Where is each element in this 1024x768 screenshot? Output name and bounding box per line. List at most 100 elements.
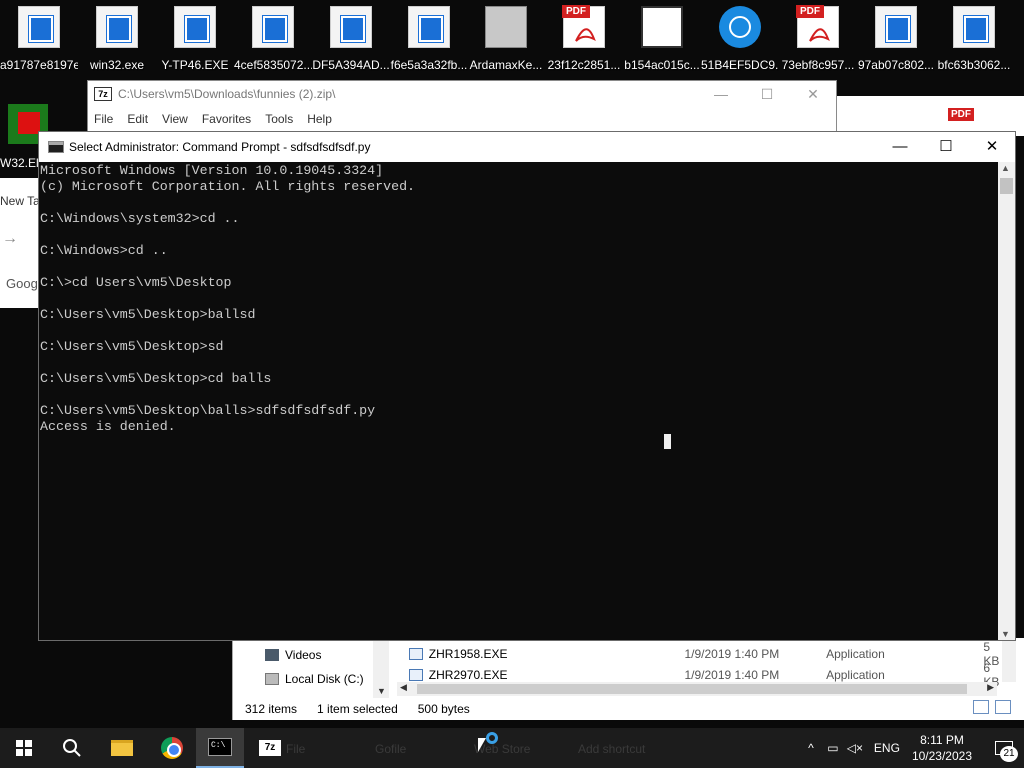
ghost-label: File	[286, 742, 306, 756]
pdf-icon: PDF	[562, 5, 605, 48]
cmd-titlebar[interactable]: Select Administrator: Command Prompt - s…	[39, 132, 1015, 162]
ghost-label: Add shortcut	[578, 742, 646, 756]
scroll-left-icon[interactable]: ◀	[400, 682, 407, 693]
desktop-icon-label: 23f12c2851...	[547, 58, 621, 72]
console-line: Access is denied.	[40, 419, 176, 434]
desktop-icon[interactable]: DF5A394AD...	[312, 6, 390, 76]
file-explorer-taskbar-button[interactable]	[98, 728, 146, 768]
desktop-icon[interactable]: PDF 23f12c2851...	[545, 5, 623, 76]
scroll-down-icon[interactable]: ▼	[377, 686, 386, 696]
desktop-icon[interactable]: ArdamaxKe...	[467, 6, 545, 76]
pdf-icon: PDF	[796, 5, 839, 48]
vertical-scrollbar[interactable]	[1002, 638, 1016, 682]
desktop-icon-label: 4cef5835072...	[234, 58, 312, 72]
close-button[interactable]: ✕	[790, 81, 836, 107]
menu-file[interactable]: File	[94, 112, 113, 126]
desktop-icon[interactable]: b154ac015c...	[623, 6, 701, 76]
minimize-button[interactable]: —	[877, 132, 923, 162]
menu-tools[interactable]: Tools	[265, 112, 293, 126]
chrome-taskbar-button[interactable]	[148, 728, 196, 768]
large-icons-view-icon[interactable]	[995, 700, 1011, 714]
language-indicator[interactable]: ENG	[874, 741, 900, 755]
loading-spinner-icon	[486, 732, 498, 744]
cmd-taskbar-button[interactable]: C:\	[196, 728, 244, 768]
menu-view[interactable]: View	[162, 112, 188, 126]
desktop-icon-label: ArdamaxKe...	[469, 58, 543, 72]
console-line: C:\Windows\system32>cd ..	[40, 211, 240, 226]
menu-favorites[interactable]: Favorites	[202, 112, 251, 126]
notification-badge: 21	[1000, 746, 1018, 762]
file-type: Application	[826, 668, 885, 682]
scroll-right-icon[interactable]: ▶	[987, 682, 994, 693]
console-output[interactable]: Microsoft Windows [Version 10.0.19045.33…	[39, 162, 999, 640]
desktop-icon-label: 51B4EF5DC9...	[701, 58, 779, 72]
network-icon[interactable]: ▭	[822, 741, 844, 755]
console-line: C:\Windows>cd ..	[40, 243, 168, 258]
desktop-icon[interactable]: Y-TP46.EXE	[156, 6, 234, 76]
start-button[interactable]	[0, 728, 48, 768]
maximize-button[interactable]: ☐	[923, 132, 969, 162]
desktop-icon[interactable]: bfc63b3062...	[935, 6, 1013, 76]
command-prompt-window[interactable]: Select Administrator: Command Prompt - s…	[38, 131, 1016, 641]
nav-scrollbar[interactable]: ▼	[373, 638, 389, 698]
file-icon	[252, 6, 294, 48]
chevron-up-icon[interactable]: ^	[800, 741, 822, 755]
close-button[interactable]: ✕	[969, 132, 1015, 162]
navigation-pane: Videos Local Disk (C:) ▼	[233, 638, 389, 698]
7zip-logo-icon: 7z	[94, 87, 112, 101]
console-line: C:\Users\vm5\Desktop>cd balls	[40, 371, 272, 386]
folder-icon	[111, 740, 133, 756]
desktop-icon[interactable]: f6e5a3a32fb...	[390, 6, 468, 76]
file-name: ZHR1958.EXE	[428, 647, 508, 661]
file-icon	[18, 6, 60, 48]
scrollbar-thumb[interactable]	[1000, 178, 1013, 194]
horizontal-scrollbar[interactable]: ◀ ▶	[397, 682, 997, 696]
cmd-icon	[48, 141, 64, 153]
cmd-title: Select Administrator: Command Prompt - s…	[69, 140, 371, 154]
scroll-down-icon[interactable]: ▼	[1001, 629, 1010, 639]
chrome-icon	[161, 737, 183, 759]
drive-icon	[265, 673, 279, 685]
console-line: Microsoft Windows [Version 10.0.19045.33…	[40, 163, 384, 178]
desktop-icon[interactable]: win32.exe	[78, 6, 156, 76]
archive-icon	[641, 6, 683, 48]
menu-help[interactable]: Help	[307, 112, 332, 126]
cmd-scrollbar[interactable]: ▲ ▼	[998, 162, 1015, 640]
clock-date: 10/23/2023	[911, 749, 972, 763]
nav-item-local-disk[interactable]: Local Disk (C:)	[265, 672, 364, 686]
action-center-button[interactable]: 21	[984, 728, 1024, 768]
desktop-icon[interactable]: 4cef5835072...	[234, 6, 312, 76]
desktop-icon[interactable]: 97ab07c802...	[857, 6, 935, 76]
search-button[interactable]	[48, 728, 96, 768]
exe-file-icon	[409, 669, 423, 681]
desktop-icon[interactable]: PDF 73ebf8c957...	[779, 5, 857, 76]
clock[interactable]: 8:11 PM 10/23/2023	[912, 732, 972, 764]
exe-file-icon	[409, 648, 423, 660]
pdf-tag: PDF	[562, 5, 590, 18]
details-view-icon[interactable]	[973, 700, 989, 714]
7zip-window[interactable]: 7z C:\Users\vm5\Downloads\funnies (2).zi…	[87, 80, 837, 135]
desktop-icon-label: b154ac015c...	[624, 58, 700, 72]
scroll-up-icon[interactable]: ▲	[1001, 163, 1010, 173]
file-icon	[96, 6, 138, 48]
search-icon	[63, 739, 81, 757]
file-name: ZHR2970.EXE	[428, 668, 508, 682]
cmd-icon: C:\	[208, 738, 232, 756]
ghost-label: Gofile	[375, 742, 407, 756]
desktop-icon[interactable]: 51B4EF5DC9...	[701, 6, 779, 76]
menu-edit[interactable]: Edit	[127, 112, 148, 126]
desktop-icon-label: DF5A394AD...	[312, 58, 390, 72]
desktop-icon[interactable]: a91787e8197e...	[0, 6, 78, 76]
nav-item-videos[interactable]: Videos	[265, 648, 321, 662]
system-tray: ^ ▭ ◁× ENG 8:11 PM 10/23/2023 21	[800, 728, 1024, 768]
scrollbar-thumb[interactable]	[417, 684, 967, 694]
forward-arrow-icon[interactable]: →	[2, 230, 18, 248]
status-selected: 1 item selected	[317, 702, 398, 716]
maximize-button[interactable]: ☐	[744, 81, 790, 107]
volume-muted-icon[interactable]: ◁×	[844, 741, 866, 755]
minimize-button[interactable]: —	[698, 81, 744, 107]
nav-item-label: Videos	[285, 648, 322, 662]
